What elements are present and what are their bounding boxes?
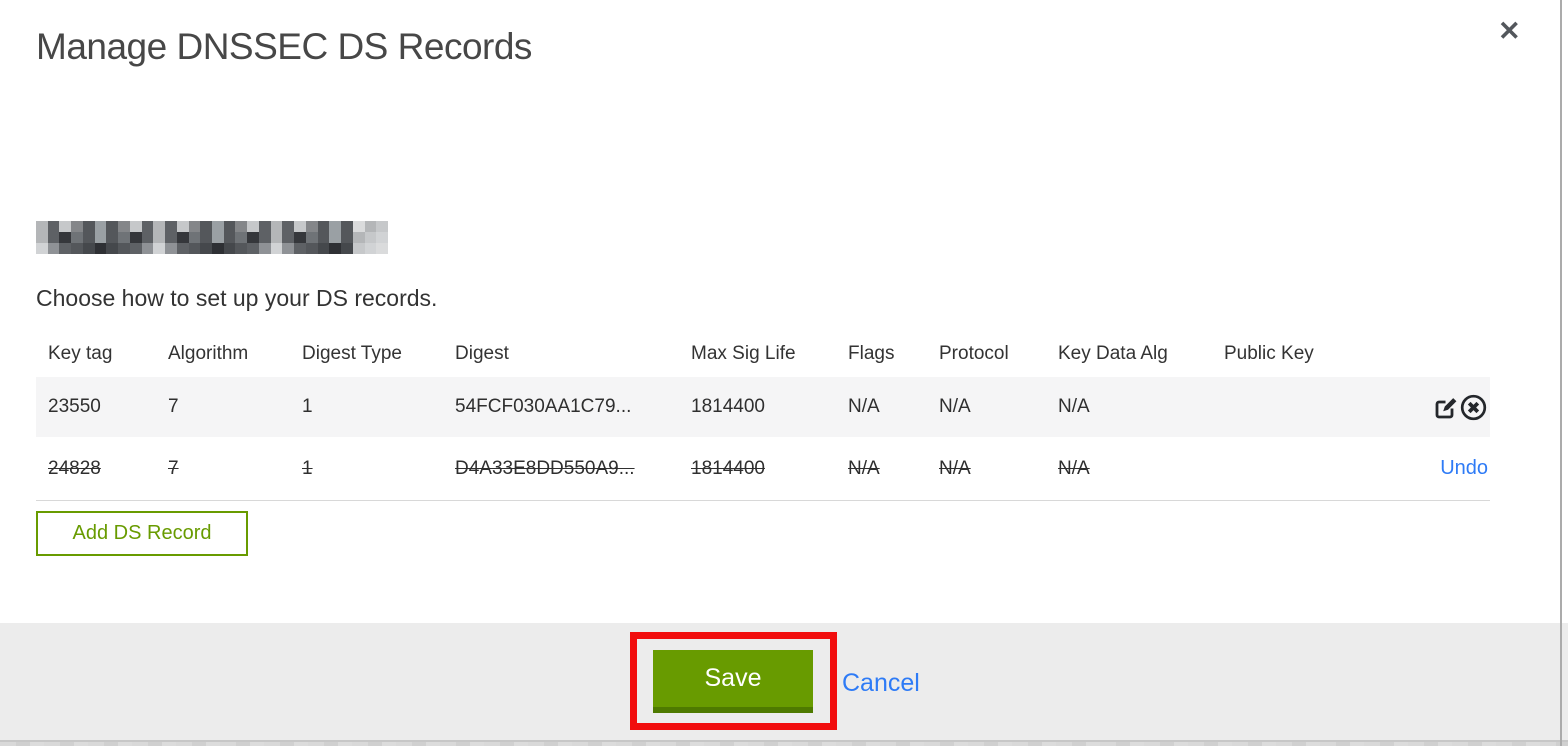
cell-digest-type: 1 — [290, 437, 443, 501]
table-header-row: Key tag Algorithm Digest Type Digest Max… — [36, 330, 1490, 377]
add-ds-record-button[interactable]: Add DS Record — [36, 511, 248, 556]
cell-key-tag: 23550 — [36, 377, 156, 437]
col-header-key-data-alg: Key Data Alg — [1058, 342, 1168, 364]
redacted-domain — [36, 221, 388, 254]
modal-right-edge — [1560, 0, 1562, 746]
col-header-algorithm: Algorithm — [168, 342, 249, 364]
cell-digest-type: 1 — [290, 377, 443, 437]
col-header-max-sig-life: Max Sig Life — [691, 342, 796, 364]
cell-algorithm: 7 — [156, 437, 290, 501]
cell-flags: N/A — [836, 437, 927, 501]
col-header-public-key: Public Key — [1224, 342, 1314, 364]
col-header-protocol: Protocol — [939, 342, 1009, 364]
page-title: Manage DNSSEC DS Records — [36, 26, 532, 67]
cell-key-data-alg: N/A — [1046, 437, 1212, 501]
cell-digest: D4A33E8DD550A9... — [443, 437, 679, 501]
table-row: 23550 7 1 54FCF030AA1C79... 1814400 N/A … — [36, 377, 1490, 437]
cell-flags: N/A — [836, 377, 927, 437]
col-header-key-tag: Key tag — [48, 342, 113, 364]
cancel-link[interactable]: Cancel — [842, 669, 920, 698]
close-icon[interactable]: ✕ — [1498, 18, 1521, 45]
edit-icon[interactable] — [1432, 394, 1459, 421]
modal-bottom-edge — [0, 740, 1568, 746]
col-header-digest: Digest — [455, 342, 509, 364]
cell-protocol: N/A — [927, 377, 1046, 437]
cell-key-data-alg: N/A — [1046, 377, 1212, 437]
row-actions — [1402, 377, 1490, 437]
save-button[interactable]: Save — [653, 650, 813, 713]
undo-link[interactable]: Undo — [1440, 457, 1488, 479]
dnssec-modal: Manage DNSSEC DS Records ✕ Choose how to… — [0, 0, 1568, 746]
table-row-deleted: 24828 7 1 D4A33E8DD550A9... 1814400 N/A … — [36, 437, 1490, 501]
ds-records-table: Key tag Algorithm Digest Type Digest Max… — [36, 330, 1490, 501]
delete-icon[interactable] — [1459, 393, 1488, 422]
col-header-flags: Flags — [848, 342, 895, 364]
cell-max-sig-life: 1814400 — [679, 377, 836, 437]
instruction-text: Choose how to set up your DS records. — [36, 285, 438, 311]
cell-public-key — [1212, 377, 1402, 437]
modal-footer: Save Cancel — [0, 623, 1568, 740]
cell-protocol: N/A — [927, 437, 1046, 501]
cell-public-key — [1212, 437, 1402, 501]
cell-algorithm: 7 — [156, 377, 290, 437]
cell-max-sig-life: 1814400 — [679, 437, 836, 501]
cell-key-tag: 24828 — [36, 437, 156, 501]
col-header-actions — [1402, 330, 1490, 377]
row-actions: Undo — [1402, 437, 1490, 501]
cell-digest: 54FCF030AA1C79... — [443, 377, 679, 437]
col-header-digest-type: Digest Type — [302, 342, 402, 364]
